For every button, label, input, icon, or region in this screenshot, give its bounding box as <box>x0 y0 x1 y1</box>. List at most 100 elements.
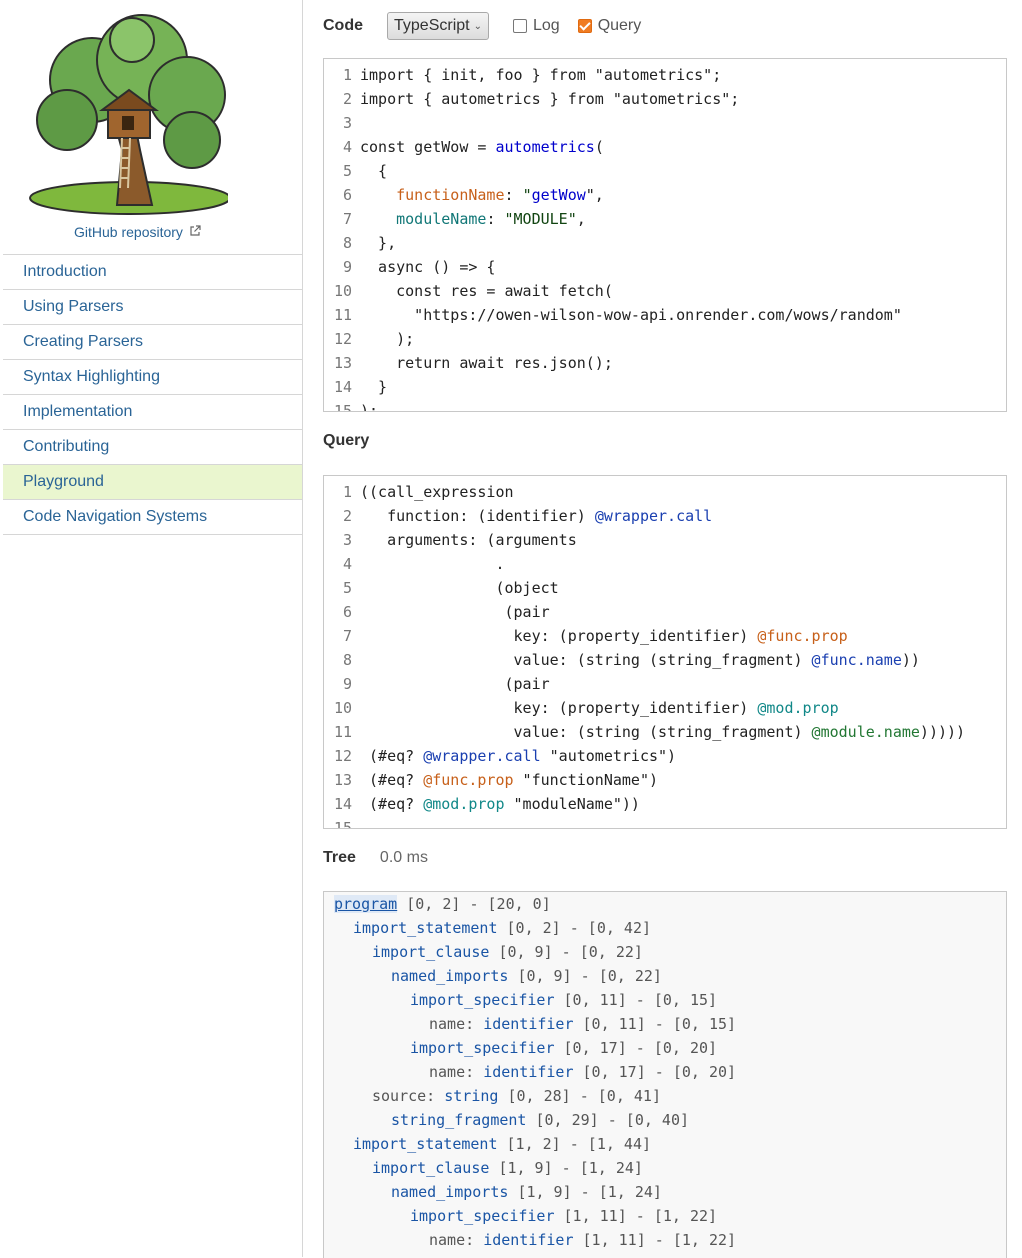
query-line[interactable]: 9 (pair <box>324 672 1006 696</box>
log-checkbox[interactable]: Log <box>512 17 560 35</box>
query-checkbox[interactable]: Query <box>577 17 641 35</box>
code-line[interactable]: 6 functionName: "getWow", <box>324 183 1006 207</box>
tree-node-link[interactable]: import_specifier <box>410 1207 555 1225</box>
sidebar-item-introduction[interactable]: Introduction <box>3 254 302 289</box>
code-line[interactable]: 4 const getWow = autometrics( <box>324 135 1006 159</box>
tree-node-link[interactable]: program <box>334 895 398 913</box>
query-checkbox-box[interactable] <box>577 19 592 33</box>
sidebar-item-playground[interactable]: Playground <box>3 464 302 499</box>
sidebar-item-using-parsers[interactable]: Using Parsers <box>3 289 302 324</box>
token: @func.name <box>811 651 902 669</box>
query-line[interactable]: 14 (#eq? @mod.prop "moduleName")) <box>324 792 1006 816</box>
code-line[interactable]: 5 { <box>324 159 1006 183</box>
tree-row[interactable]: import_clause [1, 9] - [1, 24] <box>324 1156 1006 1180</box>
tree-node-link[interactable]: import_statement <box>353 1135 498 1153</box>
tree-node-link[interactable]: string <box>444 1087 498 1105</box>
query-line[interactable]: 12 (#eq? @wrapper.call "autometrics") <box>324 744 1006 768</box>
tree-node-link[interactable]: named_imports <box>391 1183 508 1201</box>
tree-node-range: [1, 2] - [1, 44] <box>506 1135 652 1153</box>
tree-node-range: [0, 17] - [0, 20] <box>563 1039 718 1057</box>
tree-row[interactable]: import_specifier [1, 11] - [1, 22] <box>324 1204 1006 1228</box>
tree-node-link[interactable]: identifier <box>483 1231 573 1249</box>
sidebar-item-syntax-highlighting[interactable]: Syntax Highlighting <box>3 359 302 394</box>
language-select[interactable]: TypeScript ⌄ <box>387 12 489 40</box>
code-line[interactable]: 10 const res = await fetch( <box>324 279 1006 303</box>
tree-node-range: [0, 29] - [0, 40] <box>535 1111 690 1129</box>
tree-node-link[interactable]: import_specifier <box>410 991 555 1009</box>
query-line[interactable]: 7 key: (property_identifier) @func.prop <box>324 624 1006 648</box>
log-checkbox-box[interactable] <box>512 19 527 33</box>
sidebar-item-contributing[interactable]: Contributing <box>3 429 302 464</box>
code-line[interactable]: 2 import { autometrics } from "autometric… <box>324 87 1006 111</box>
line-number: 1 <box>342 483 352 501</box>
tree-node-link[interactable]: string_fragment <box>391 1111 526 1129</box>
tree-row[interactable]: import_statement [1, 2] - [1, 44] <box>324 1132 1006 1156</box>
query-line[interactable]: 10 key: (property_identifier) @mod.prop <box>324 696 1006 720</box>
query-editor[interactable]: 1 ((call_expression 2 function: (identifie… <box>323 475 1007 829</box>
tree-node-link[interactable]: import_clause <box>372 943 489 961</box>
query-line[interactable]: 15 <box>324 816 1006 828</box>
code-line[interactable]: 8 }, <box>324 231 1006 255</box>
tree-row[interactable]: program [0, 2] - [20, 0] <box>324 892 1006 916</box>
tree-row[interactable]: named_imports [1, 9] - [1, 24] <box>324 1180 1006 1204</box>
query-line[interactable]: 2 function: (identifier) @wrapper.call <box>324 504 1006 528</box>
token: moduleName <box>396 210 487 228</box>
tree-row[interactable]: name: identifier [0, 17] - [0, 20] <box>324 1060 1006 1084</box>
tree-row[interactable]: import_specifier [0, 11] - [0, 15] <box>324 988 1006 1012</box>
chevron-down-icon: ⌄ <box>473 20 482 32</box>
tree-node-link[interactable]: import_clause <box>372 1159 489 1177</box>
code-line[interactable]: 13 return await res.json(); <box>324 351 1006 375</box>
code-line[interactable]: 11 "https://owen-wilson-wow-api.onrender… <box>324 303 1006 327</box>
tree-row[interactable]: source: string [0, 28] - [0, 41] <box>324 1084 1006 1108</box>
tree-node-link[interactable]: identifier <box>483 1063 573 1081</box>
tree-row[interactable]: import_statement [0, 2] - [0, 42] <box>324 916 1006 940</box>
query-line[interactable]: 4 . <box>324 552 1006 576</box>
query-line[interactable]: 1 ((call_expression <box>324 480 1006 504</box>
tree-node-link[interactable]: identifier <box>483 1015 573 1033</box>
sidebar-item-implementation[interactable]: Implementation <box>3 394 302 429</box>
token: (#eq? <box>360 747 424 765</box>
token: @func.prop <box>757 627 848 645</box>
tree-row[interactable]: string_fragment [0, 29] - [0, 40] <box>324 1108 1006 1132</box>
code-line-text: moduleName: "MODULE", <box>358 207 586 231</box>
line-number: 11 <box>333 306 352 324</box>
query-line[interactable]: 3 arguments: (arguments <box>324 528 1006 552</box>
tree-node-link[interactable]: import_specifier <box>410 1039 555 1057</box>
syntax-tree-view[interactable]: program [0, 2] - [20, 0] import_statement… <box>323 891 1007 1258</box>
tree-node-link[interactable]: named_imports <box>391 967 508 985</box>
tree-row[interactable]: name: identifier [0, 11] - [0, 15] <box>324 1012 1006 1036</box>
code-editor[interactable]: 1 import { init, foo } from "autometrics"… <box>323 58 1007 412</box>
query-line-text: (#eq? @func.prop "functionName") <box>358 768 658 792</box>
query-line[interactable]: 11 value: (string (string_fragment) @mod… <box>324 720 1006 744</box>
code-line[interactable]: 1 import { init, foo } from "autometrics"… <box>324 63 1006 87</box>
query-line[interactable]: 5 (object <box>324 576 1006 600</box>
code-line[interactable]: 12 ); <box>324 327 1006 351</box>
token: "moduleName")) <box>504 795 640 813</box>
code-line[interactable]: 9 async () => { <box>324 255 1006 279</box>
sidebar-item-creating-parsers[interactable]: Creating Parsers <box>3 324 302 359</box>
tree-row[interactable]: import_clause [0, 9] - [0, 22] <box>324 940 1006 964</box>
query-line[interactable]: 13 (#eq? @func.prop "functionName") <box>324 768 1006 792</box>
language-select-value: TypeScript <box>394 17 470 34</box>
github-repository-link[interactable]: GitHub repository <box>74 224 201 240</box>
query-line-text: (#eq? @wrapper.call "autometrics") <box>358 744 676 768</box>
tree-node-link[interactable]: import_statement <box>353 919 498 937</box>
github-repository-label: GitHub repository <box>74 224 183 240</box>
line-number: 3 <box>342 114 352 132</box>
sidebar-item-code-navigation-systems[interactable]: Code Navigation Systems <box>3 499 302 535</box>
tree-row[interactable]: name: identifier [1, 11] - [1, 22] <box>324 1228 1006 1252</box>
tree-row[interactable]: named_imports [0, 9] - [0, 22] <box>324 964 1006 988</box>
code-line[interactable]: 7 moduleName: "MODULE", <box>324 207 1006 231</box>
token: key: (property_identifier) <box>360 699 758 717</box>
query-line[interactable]: 6 (pair <box>324 600 1006 624</box>
code-line[interactable]: 3 <box>324 111 1006 135</box>
code-line[interactable]: 14 } <box>324 375 1006 399</box>
tree-row[interactable]: import_specifier [0, 17] - [0, 20] <box>324 1036 1006 1060</box>
code-line-text: import { init, foo } from "autometrics"; <box>358 63 721 87</box>
query-line[interactable]: 8 value: (string (string_fragment) @func… <box>324 648 1006 672</box>
token: "MODULE" <box>504 210 577 228</box>
token: "functionName") <box>513 771 659 789</box>
tree-node-range: [0, 2] - [20, 0] <box>406 895 551 913</box>
code-line[interactable]: 15); <box>324 399 1006 411</box>
token: { <box>360 162 388 180</box>
